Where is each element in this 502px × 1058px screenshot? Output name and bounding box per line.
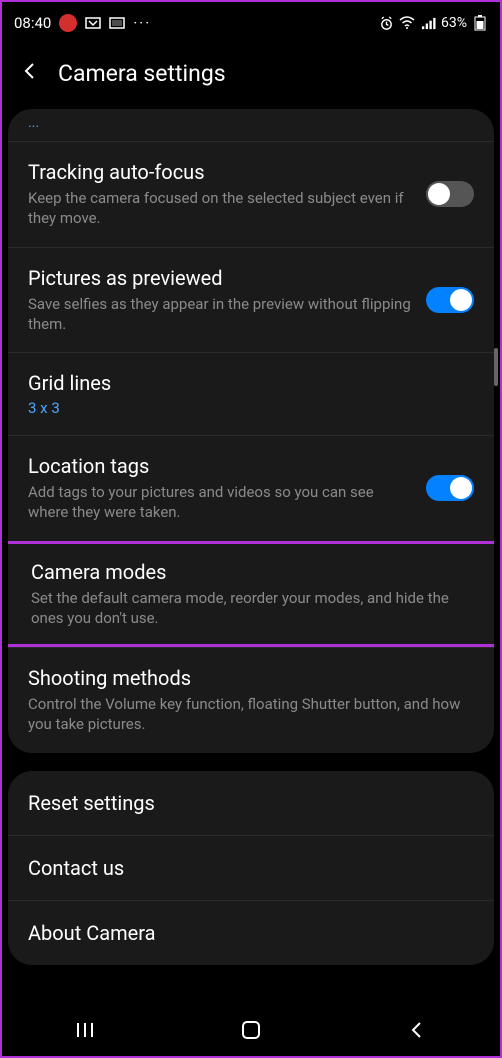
setting-title: Grid lines — [28, 371, 474, 395]
setting-about-camera[interactable]: About Camera — [8, 900, 494, 965]
setting-desc: Control the Volume key function, floatin… — [28, 694, 474, 735]
status-left: 08:40 ··· — [14, 14, 151, 32]
toggle-knob — [428, 183, 450, 205]
wifi-icon — [399, 15, 415, 31]
settings-panel-footer: Reset settings Contact us About Camera — [8, 771, 494, 965]
status-bar: 08:40 ··· 63% — [2, 2, 500, 44]
setting-content: Location tags Add tags to your pictures … — [28, 454, 414, 523]
toggle-pictures-previewed[interactable] — [426, 287, 474, 313]
setting-title: Camera modes — [31, 560, 471, 584]
home-button[interactable] — [237, 1016, 265, 1044]
setting-desc: Add tags to your pictures and videos so … — [28, 482, 414, 523]
back-icon[interactable] — [20, 61, 40, 87]
setting-content: Camera modes Set the default camera mode… — [31, 560, 471, 629]
app-icon — [109, 15, 125, 31]
signal-icon — [420, 15, 436, 31]
setting-tracking-autofocus[interactable]: Tracking auto-focus Keep the camera focu… — [8, 141, 494, 247]
back-button[interactable] — [403, 1016, 431, 1044]
more-icon: ··· — [133, 14, 151, 32]
setting-title: Location tags — [28, 454, 414, 478]
battery-icon — [472, 15, 488, 31]
notification-icon — [59, 14, 77, 32]
status-right: 63% — [378, 15, 488, 31]
setting-value: 3 x 3 — [28, 399, 474, 417]
setting-title: Shooting methods — [28, 666, 474, 690]
setting-pictures-previewed[interactable]: Pictures as previewed Save selfies as th… — [8, 247, 494, 353]
toggle-knob — [450, 477, 472, 499]
setting-content: Shooting methods Control the Volume key … — [28, 666, 474, 735]
setting-content: Pictures as previewed Save selfies as th… — [28, 266, 414, 335]
status-time: 08:40 — [14, 14, 51, 32]
toggle-location-tags[interactable] — [426, 475, 474, 501]
setting-title: Pictures as previewed — [28, 266, 414, 290]
setting-grid-lines[interactable]: Grid lines 3 x 3 — [8, 352, 494, 435]
recents-button[interactable] — [71, 1016, 99, 1044]
alarm-icon — [378, 15, 394, 31]
setting-reset[interactable]: Reset settings — [8, 771, 494, 835]
setting-shooting-methods[interactable]: Shooting methods Control the Volume key … — [8, 647, 494, 753]
screenshot-icon — [85, 15, 101, 31]
navigation-bar — [2, 1004, 500, 1056]
battery-percent: 63% — [441, 15, 467, 31]
setting-content: Grid lines 3 x 3 — [28, 371, 474, 417]
setting-camera-modes[interactable]: Camera modes Set the default camera mode… — [8, 541, 494, 648]
setting-location-tags[interactable]: Location tags Add tags to your pictures … — [8, 435, 494, 541]
setting-contact-us[interactable]: Contact us — [8, 835, 494, 900]
setting-title: Tracking auto-focus — [28, 160, 414, 184]
page-title: Camera settings — [58, 60, 226, 87]
setting-content: Tracking auto-focus Keep the camera focu… — [28, 160, 414, 229]
toggle-knob — [450, 289, 472, 311]
settings-panel-main: ··· Tracking auto-focus Keep the camera … — [8, 109, 494, 753]
setting-desc: Keep the camera focused on the selected … — [28, 188, 414, 229]
scroll-indicator[interactable] — [494, 348, 498, 386]
header: Camera settings — [2, 44, 500, 109]
setting-desc: Save selfies as they appear in the previ… — [28, 294, 414, 335]
toggle-tracking-autofocus[interactable] — [426, 181, 474, 207]
prev-setting-peek: ··· — [8, 109, 494, 141]
setting-desc: Set the default camera mode, reorder you… — [31, 588, 471, 629]
